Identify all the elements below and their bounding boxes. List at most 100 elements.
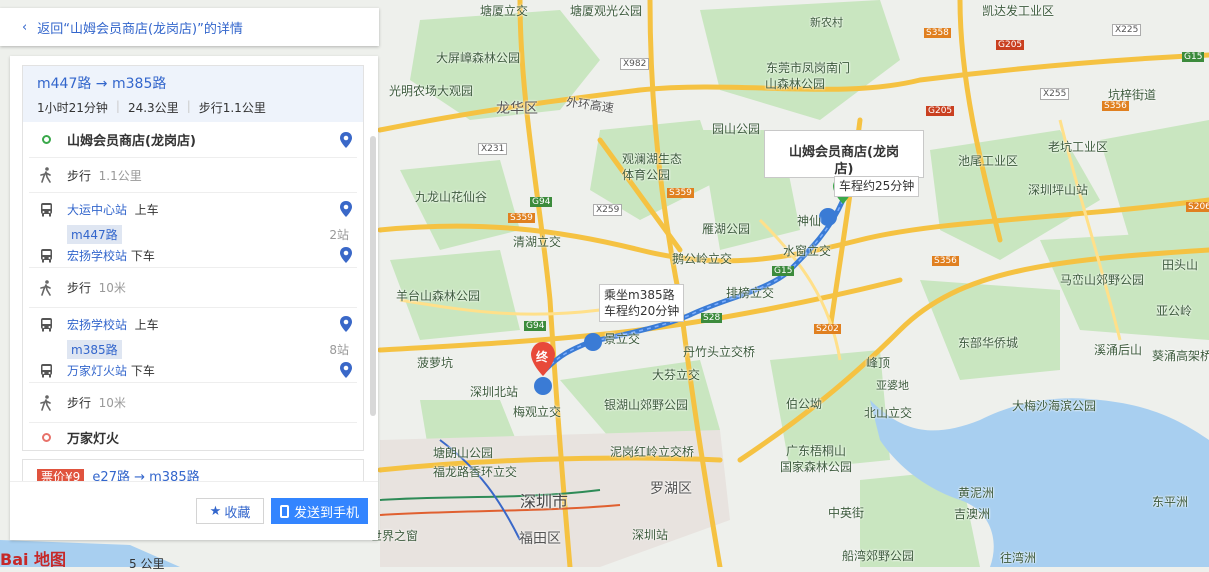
bus-line-bubble: 乘坐m385路 车程约20分钟 xyxy=(599,284,685,322)
map-label: 山森林公园 xyxy=(765,77,826,91)
route-distance: 24.3公里 xyxy=(127,101,179,115)
map-label: 大屏嶂森林公园 xyxy=(436,51,521,65)
bus-icon xyxy=(39,363,53,377)
map-label: 观澜湖生态 xyxy=(622,152,683,166)
map-label: 黄泥洲 xyxy=(958,486,995,500)
end-dot-icon xyxy=(39,431,53,445)
map-label: 亚婆地 xyxy=(876,379,909,392)
star-icon: ★ xyxy=(209,503,222,519)
bus-icon xyxy=(39,202,53,216)
map-label: 深圳市 xyxy=(520,492,569,511)
favorite-button[interactable]: ★ 收藏 xyxy=(196,498,264,524)
map-label: 福田区 xyxy=(519,531,561,547)
send-to-phone-button[interactable]: 发送到手机 xyxy=(271,498,368,524)
map-label: 北山立交 xyxy=(864,406,913,420)
panel-footer: ★ 收藏 发送到手机 xyxy=(10,481,378,540)
map-label: 水窗立交 xyxy=(783,244,832,258)
step-line: m447路 2站 xyxy=(29,224,357,244)
line-chip[interactable]: m385路 xyxy=(67,339,122,359)
route-card-header[interactable]: m447路 → m385路 1小时21分钟 | 24.3公里 | 步行1.1公里 xyxy=(23,66,363,122)
map-label: 亚公岭 xyxy=(1156,304,1193,318)
locate-pin-icon[interactable] xyxy=(339,316,353,332)
map-label: 丹竹头立交桥 xyxy=(683,345,756,359)
chevron-left-icon: ‹ xyxy=(22,19,28,35)
road-shield: X259 xyxy=(593,204,623,216)
road-shield: S359 xyxy=(508,213,535,223)
map-label: 羊台山森林公园 xyxy=(396,289,481,303)
map-label: 深圳坪山站 xyxy=(1028,183,1089,197)
map-label: 雁湖公园 xyxy=(702,222,751,236)
alight-station[interactable]: 万家灯火站 xyxy=(67,362,127,379)
alight-station[interactable]: 宏扬学校站 xyxy=(67,247,127,264)
map-label: 东莞市凤岗南门 xyxy=(766,61,851,75)
step-board: 大运中心站 上车 xyxy=(29,192,357,225)
map-label: 深圳站 xyxy=(632,528,669,542)
road-shield: G94 xyxy=(524,321,547,331)
road-shield: S356 xyxy=(932,256,959,266)
road-shield: G205 xyxy=(996,40,1025,50)
road-shield: X982 xyxy=(620,58,650,70)
map-label: 塘朗山公园 xyxy=(433,446,494,460)
walk-label: 步行 xyxy=(67,281,92,295)
road-shield: X225 xyxy=(1112,24,1142,36)
stop-count: 8站 xyxy=(329,342,349,357)
divider: | xyxy=(186,99,191,113)
map-label: 池尾工业区 xyxy=(958,154,1019,168)
road-shield: S358 xyxy=(924,28,951,38)
step-walk: 步行 10米 xyxy=(29,382,357,422)
locate-pin-icon[interactable] xyxy=(339,362,353,378)
step-text: 山姆会员商店(龙岗店) xyxy=(67,134,196,149)
walk-distance: 1.1公里 xyxy=(98,168,142,183)
locate-pin-icon[interactable] xyxy=(339,247,353,263)
map-label: 马峦山郊野公园 xyxy=(1060,273,1145,287)
alight-action: 下车 xyxy=(130,363,155,378)
route-meta: 1小时21分钟 | 24.3公里 | 步行1.1公里 xyxy=(37,99,349,116)
step-line: m385路 8站 xyxy=(29,339,357,359)
map-label: 泥岗红岭立交桥 xyxy=(610,445,695,459)
favorite-label: 收藏 xyxy=(224,505,251,521)
line-chip[interactable]: m447路 xyxy=(67,224,122,244)
divider: | xyxy=(115,99,120,113)
back-link-text: 返回“山姆会员商店(龙岗店)”的详情 xyxy=(37,21,243,37)
map-label: 银湖山郊野公园 xyxy=(604,398,689,412)
road-shield: X231 xyxy=(478,143,508,155)
road-shield: G15 xyxy=(772,266,795,276)
back-to-detail-link[interactable]: ‹ 返回“山姆会员商店(龙岗店)”的详情 xyxy=(0,8,379,46)
map-label: 梅观立交 xyxy=(513,405,562,419)
board-station[interactable]: 大运中心站 xyxy=(67,201,127,218)
road-shield: X255 xyxy=(1040,88,1070,100)
map-label: 伯公坳 xyxy=(786,397,823,411)
walk-distance: 10米 xyxy=(98,281,126,295)
map-label: 新农村 xyxy=(810,16,843,29)
road-shield: S359 xyxy=(667,188,694,198)
road-shield: S28 xyxy=(701,313,723,323)
map-label: 船湾郊野公园 xyxy=(842,549,915,563)
board-station[interactable]: 宏扬学校站 xyxy=(67,316,127,333)
map-label: 往湾洲 xyxy=(1000,551,1037,565)
send-label: 发送到手机 xyxy=(293,505,359,521)
bus-line-text: 乘坐m385路 xyxy=(604,288,675,302)
step-board: 宏扬学校站 上车 xyxy=(29,307,357,340)
map-label: 大梅沙海滨公园 xyxy=(1012,399,1097,413)
map-scale: 5 公里 xyxy=(129,557,165,571)
map-label: 九龙山花仙谷 xyxy=(415,190,488,204)
walk-distance: 10米 xyxy=(98,396,126,410)
locate-pin-icon[interactable] xyxy=(339,201,353,217)
step-text: 万家灯火 xyxy=(67,432,120,447)
map-label: 福龙路香环立交 xyxy=(433,465,518,479)
road-shield: S202 xyxy=(814,324,841,334)
step-walk: 步行 1.1公里 xyxy=(29,157,357,192)
route-panel: m447路 → m385路 1小时21分钟 | 24.3公里 | 步行1.1公里… xyxy=(10,56,378,540)
walk-icon xyxy=(39,167,53,183)
map-label: 葵涌高架桥 xyxy=(1152,349,1209,363)
map-label: 体育公园 xyxy=(622,168,671,182)
map-label: 溪涌后山 xyxy=(1094,343,1143,357)
map-label: 鹅公岭立交 xyxy=(672,252,733,266)
map-label: 峰顶 xyxy=(866,356,891,370)
bus-icon xyxy=(39,248,53,262)
panel-scrollbar[interactable] xyxy=(370,136,376,416)
route-card[interactable]: m447路 → m385路 1小时21分钟 | 24.3公里 | 步行1.1公里… xyxy=(22,65,364,451)
locate-pin-icon[interactable] xyxy=(339,131,353,148)
map-label: 广东梧桐山 xyxy=(786,444,847,458)
destination-bubble[interactable]: 山姆会员商店(龙岗店) xyxy=(764,130,924,178)
